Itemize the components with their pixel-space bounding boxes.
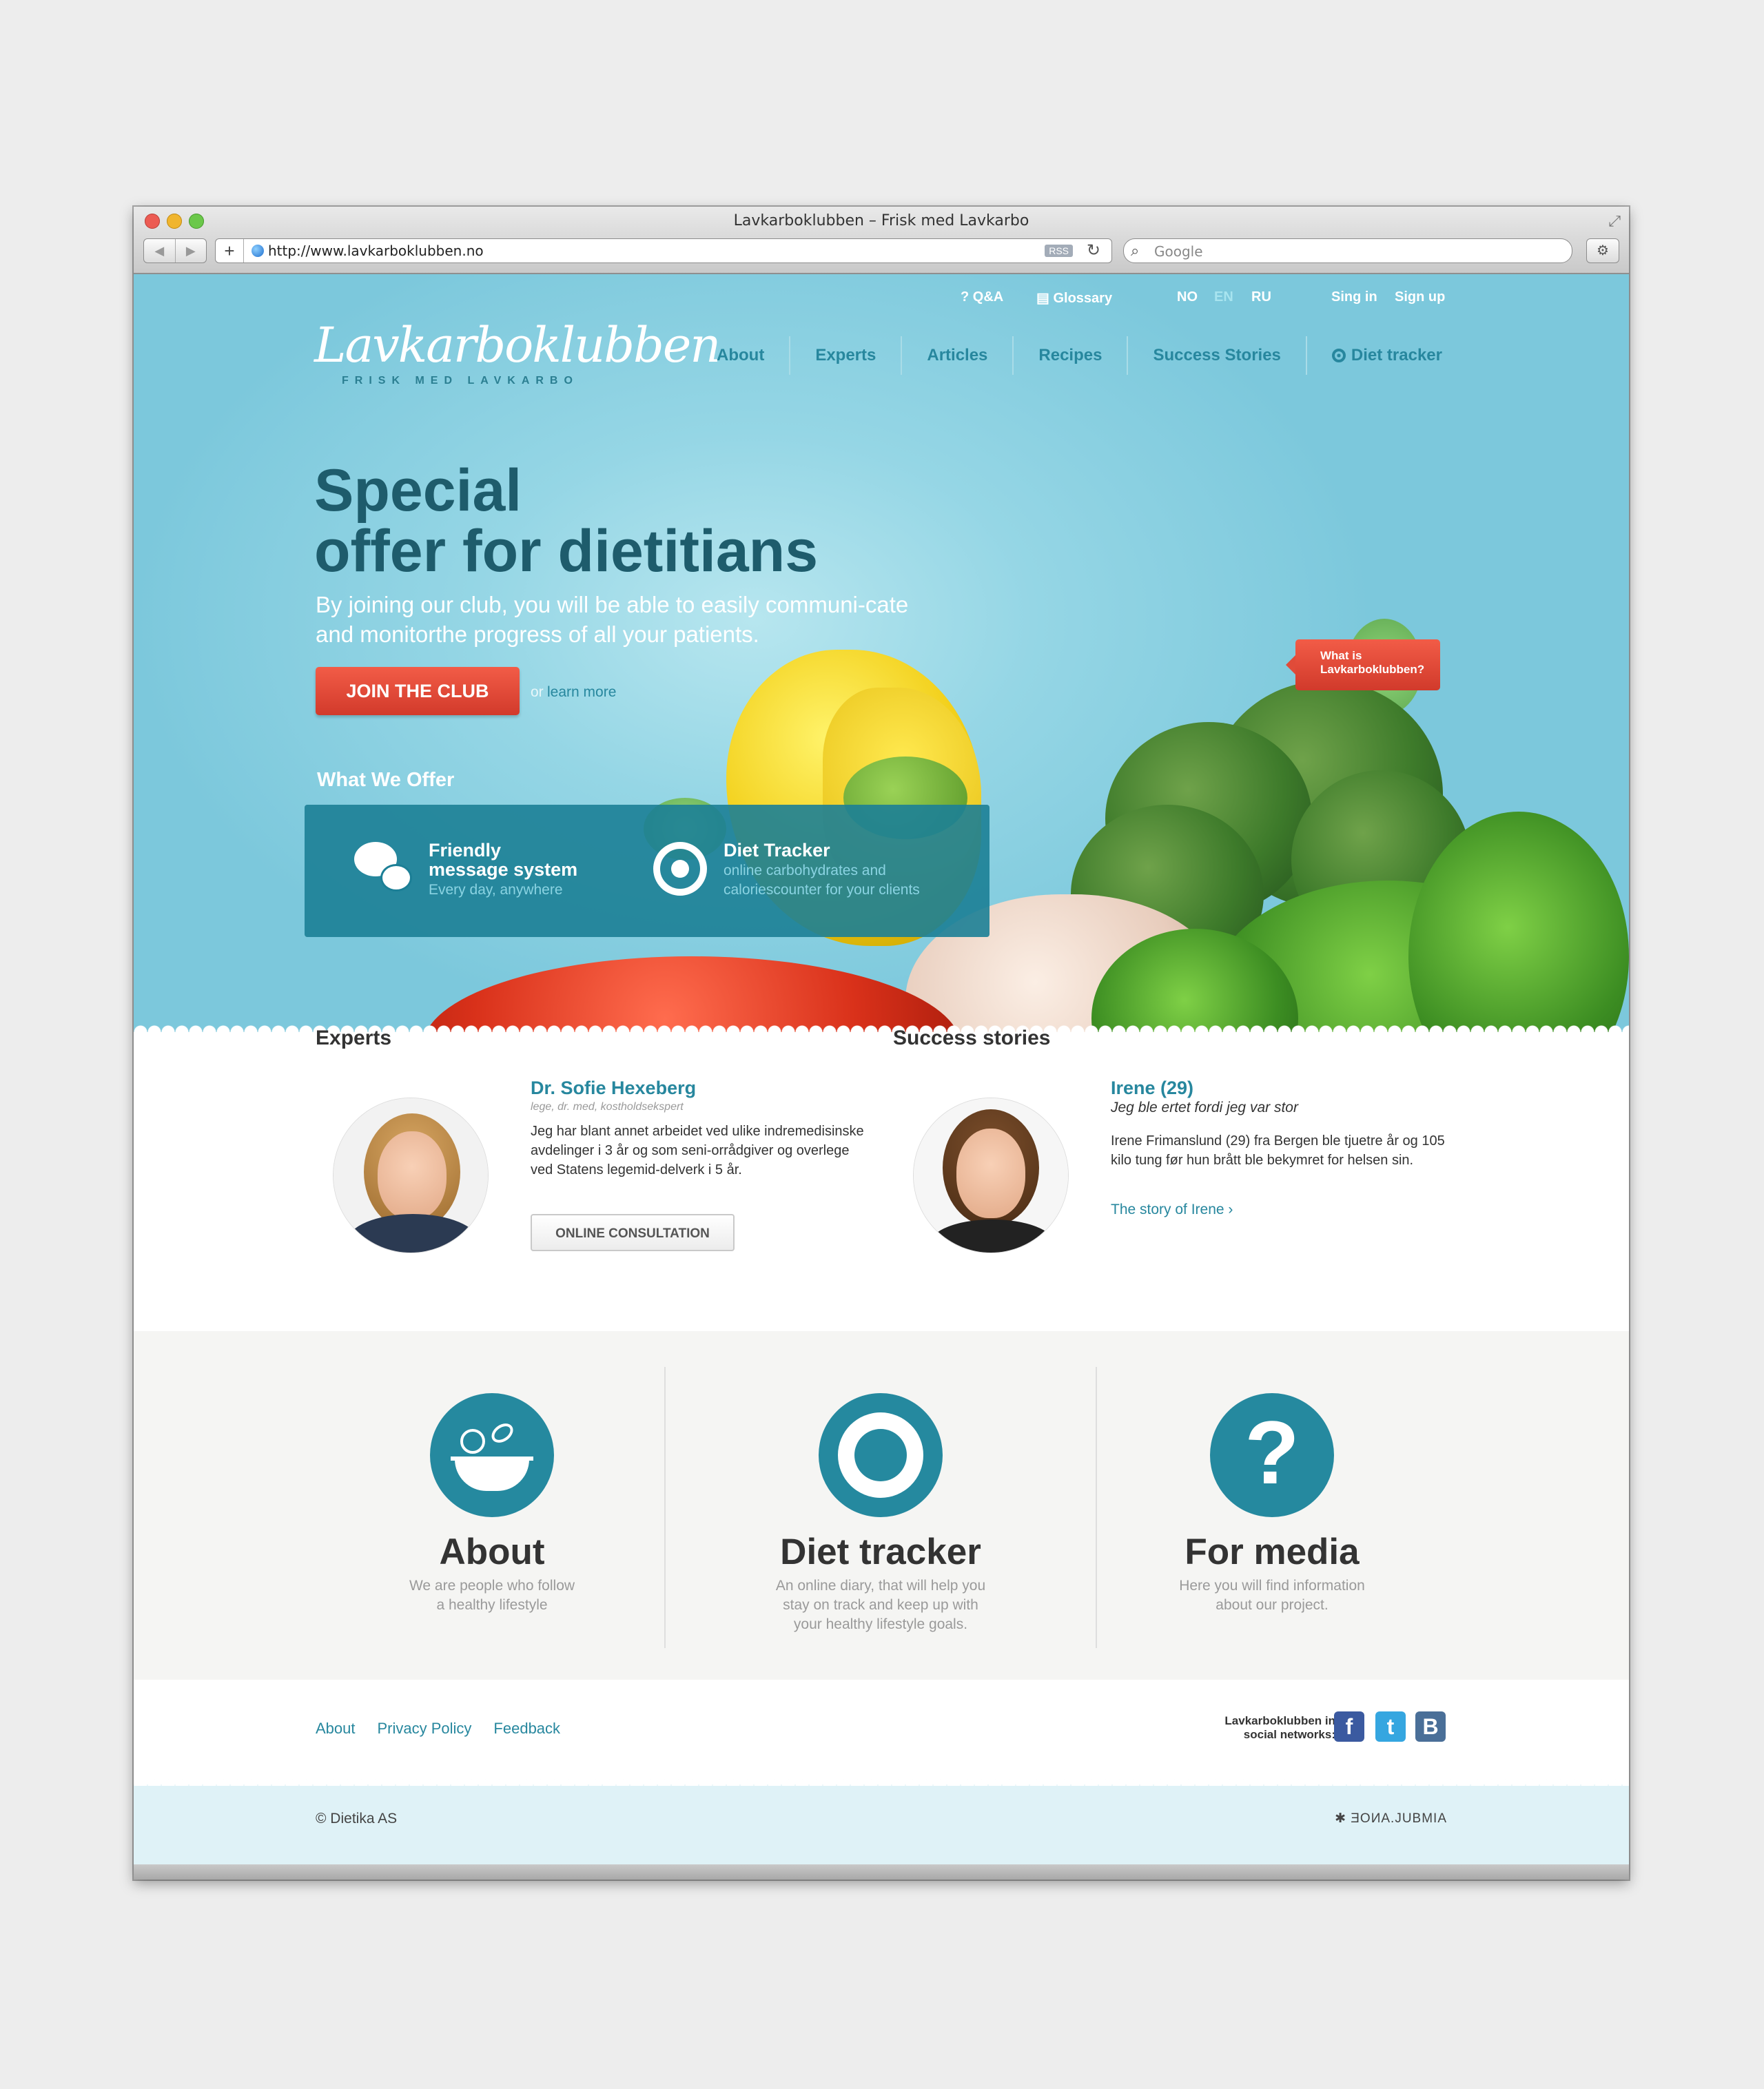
glossary-link[interactable]: ▤ Glossary <box>1036 289 1112 307</box>
wavy-divider <box>134 1772 1629 1786</box>
story-name[interactable]: Irene (29) <box>1111 1078 1193 1099</box>
or-text: or <box>531 684 544 700</box>
hero-section: ? Q&A ▤ Glossary NO EN RU Sing in Sign u… <box>134 274 1629 1032</box>
salad-bowl-icon[interactable] <box>430 1393 554 1517</box>
rss-badge[interactable]: RSS <box>1045 245 1073 257</box>
facebook-icon[interactable]: f <box>1334 1711 1364 1742</box>
target-icon <box>653 842 707 896</box>
divider <box>1096 1367 1097 1648</box>
browser-chrome: Lavkarboklubben – Frisk med Lavkarbo ⤢ ◀… <box>134 207 1629 274</box>
divider <box>664 1367 666 1648</box>
experts-heading: Experts <box>316 1027 392 1049</box>
hero-subtitle: By joining our club, you will be able to… <box>316 592 909 647</box>
offer-heading: What We Offer <box>317 769 455 791</box>
back-button[interactable]: ◀ <box>144 239 175 263</box>
footer-privacy-link[interactable]: Privacy Policy <box>378 1720 472 1738</box>
feature-media-text: Here you will find information about our… <box>1179 1578 1365 1613</box>
browser-window: Lavkarboklubben – Frisk med Lavkarbo ⤢ ◀… <box>134 207 1629 1880</box>
qa-link[interactable]: ? Q&A <box>961 289 1003 305</box>
lang-en[interactable]: EN <box>1214 289 1233 305</box>
feature-about-title[interactable]: About <box>354 1531 630 1573</box>
settings-button[interactable]: ⚙ <box>1586 238 1619 263</box>
target-icon[interactable] <box>819 1393 943 1517</box>
features-section: About We are people who follow a healthy… <box>134 1331 1629 1680</box>
reload-icon[interactable]: ↻ <box>1087 240 1100 260</box>
story-text: Irene Frimanslund (29) fra Bergen ble tj… <box>1111 1133 1445 1168</box>
nav-success-stories[interactable]: Success Stories <box>1127 336 1305 375</box>
history-buttons: ◀ ▶ <box>143 238 207 263</box>
expert-role: lege, dr. med, kostholdsekspert <box>531 1101 684 1113</box>
window-title: Lavkarboklubben – Frisk med Lavkarbo <box>733 212 1029 229</box>
main-nav: About Experts Articles Recipes Success S… <box>692 336 1467 375</box>
add-bookmark-button[interactable]: + <box>216 239 244 263</box>
stories-heading: Success stories <box>893 1027 1051 1049</box>
copyright: © Dietika AS <box>316 1811 398 1826</box>
learn-more-link[interactable]: learn more <box>547 684 616 701</box>
story-link[interactable]: The story of Irene › <box>1111 1202 1233 1218</box>
footer-links: About Privacy Policy Feedback <box>316 1720 560 1738</box>
offer-tracker-desc: online carbohydrates and caloriescounter… <box>724 863 920 898</box>
lang-ru[interactable]: RU <box>1251 289 1271 305</box>
forward-button[interactable]: ▶ <box>174 239 207 263</box>
expert-name[interactable]: Dr. Sofie Hexeberg <box>531 1078 696 1099</box>
offer-messages-desc: Every day, anywhere <box>429 882 563 898</box>
footer-feedback-link[interactable]: Feedback <box>493 1720 560 1738</box>
twitter-icon[interactable]: t <box>1375 1711 1406 1742</box>
book-icon: ▤ <box>1036 291 1049 306</box>
feature-diet-tracker-text: An online diary, that will help you stay… <box>775 1578 986 1632</box>
lang-no[interactable]: NO <box>1177 289 1198 305</box>
nav-diet-tracker[interactable]: Diet tracker <box>1305 336 1467 375</box>
chat-bubbles-icon <box>354 842 412 897</box>
feature-diet-tracker-title[interactable]: Diet tracker <box>743 1531 1018 1573</box>
story-avatar[interactable] <box>914 1098 1068 1253</box>
footer-about-link[interactable]: About <box>316 1720 356 1738</box>
story-quote: Jeg ble ertet fordi jeg var stor <box>1111 1100 1298 1115</box>
offer-box: Friendly message system Every day, anywh… <box>305 805 989 937</box>
feature-media-title[interactable]: For media <box>1134 1531 1410 1573</box>
sign-in-link[interactable]: Sing in <box>1331 289 1377 305</box>
nav-experts[interactable]: Experts <box>789 336 901 375</box>
online-consultation-button[interactable]: ONLINE CONSULTATION <box>531 1214 735 1251</box>
nav-about[interactable]: About <box>692 336 789 375</box>
status-bar <box>134 1864 1629 1880</box>
url-text[interactable]: http://www.lavkarboklubben.no <box>268 243 484 259</box>
sign-up-link[interactable]: Sign up <box>1395 289 1445 305</box>
search-placeholder: Google <box>1154 243 1203 260</box>
offer-tracker-title[interactable]: Diet Tracker <box>724 841 830 860</box>
expert-bio: Jeg har blant annet arbeidet ved ulike i… <box>531 1124 864 1177</box>
expert-avatar[interactable] <box>334 1098 488 1253</box>
question-icon[interactable]: ? <box>1210 1393 1334 1517</box>
search-icon: ⌕ <box>1131 242 1140 259</box>
join-club-button[interactable]: JOIN THE CLUB <box>316 667 520 715</box>
site-tagline: FRISK MED LAVKARBO <box>342 375 579 387</box>
offer-messages-title[interactable]: Friendly message system <box>429 841 577 879</box>
search-bar[interactable]: ⌕ Google <box>1123 238 1572 263</box>
social-label: Lavkarboklubben in social networks: <box>1224 1714 1335 1741</box>
vkontakte-icon[interactable]: B <box>1415 1711 1446 1742</box>
site-logo[interactable]: Lavkarboklubben <box>314 317 721 373</box>
nav-recipes[interactable]: Recipes <box>1012 336 1127 375</box>
feature-about-text: We are people who follow a healthy lifes… <box>409 1578 575 1613</box>
hero-title: Special offer for dietitians <box>314 457 819 584</box>
studio-credit[interactable]: ✱ ƎOИA.JUBMIA <box>1335 1811 1447 1826</box>
fullscreen-icon[interactable]: ⤢ <box>1608 212 1621 230</box>
help-icon: ? <box>961 289 970 305</box>
nav-articles[interactable]: Articles <box>901 336 1012 375</box>
what-is-button[interactable]: What is Lavkarboklubben? <box>1295 639 1440 690</box>
target-icon <box>1331 349 1346 362</box>
address-bar[interactable]: + http://www.lavkarboklubben.no RSS ↻ <box>215 238 1112 263</box>
globe-icon <box>252 245 264 257</box>
